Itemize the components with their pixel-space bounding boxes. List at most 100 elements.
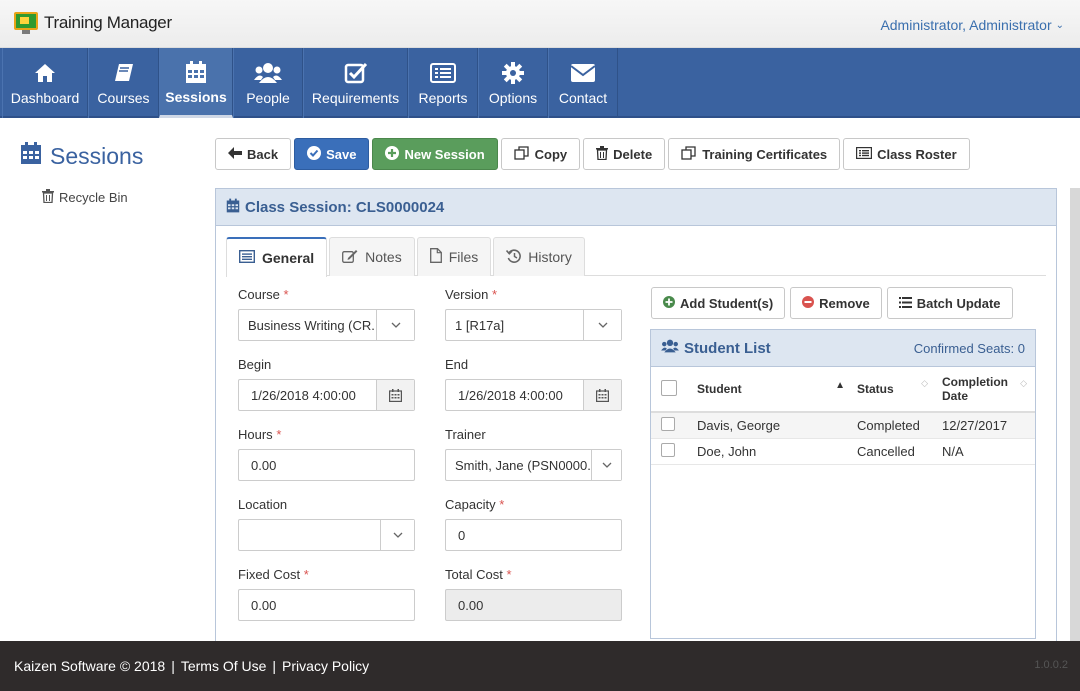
back-button[interactable]: Back: [215, 138, 292, 170]
delete-button[interactable]: Delete: [583, 138, 666, 170]
batch-update-label: Batch Update: [916, 295, 1001, 311]
privacy-policy-link[interactable]: Privacy Policy: [282, 658, 369, 674]
capacity-field: Capacity * 0: [445, 497, 622, 551]
book-icon: [113, 60, 135, 86]
row-checkbox[interactable]: [661, 416, 675, 431]
nav-dashboard[interactable]: Dashboard: [2, 48, 88, 118]
tab-label: General: [262, 250, 315, 266]
nav-courses[interactable]: Courses: [88, 48, 159, 118]
nav-people[interactable]: People: [233, 48, 303, 118]
nav-label: Options: [488, 90, 538, 106]
tab-history[interactable]: History: [493, 237, 585, 276]
student-actions: Add Student(s) Remove Batch Update: [651, 287, 1013, 319]
completion-date: 12/27/2017: [942, 417, 1008, 433]
nav-options[interactable]: Options: [478, 48, 548, 118]
student-column-header[interactable]: Student ▲: [689, 367, 849, 412]
end-datetime-input[interactable]: 1/26/2018 4:00:00: [445, 379, 622, 411]
begin-label: Begin: [238, 357, 272, 372]
begin-value: 1/26/2018 4:00:00: [251, 387, 356, 403]
fixed-cost-input[interactable]: 0.00: [238, 589, 415, 621]
class-roster-label: Class Roster: [877, 146, 957, 162]
student-table-header: Student ▲ Status ◇ Completion Date ◇: [651, 367, 1035, 412]
tab-label: Notes: [365, 249, 402, 265]
calendar-icon[interactable]: [376, 380, 414, 410]
back-label: Back: [247, 146, 279, 162]
list-icon: [898, 296, 912, 311]
course-value: Business Writing (CR...: [248, 317, 376, 333]
plus-circle-icon: [663, 295, 675, 311]
page-scrollbar[interactable]: [1070, 188, 1080, 641]
brand[interactable]: Training Manager: [14, 12, 172, 34]
chevron-down-icon: ⌄: [1055, 19, 1064, 31]
nav-requirements[interactable]: Requirements: [303, 48, 408, 118]
tab-files[interactable]: Files: [416, 237, 492, 276]
remove-button[interactable]: Remove: [790, 287, 882, 319]
trainer-value: Smith, Jane (PSN0000...: [455, 457, 591, 473]
new-session-button[interactable]: New Session: [372, 138, 498, 170]
nav-label: Dashboard: [10, 90, 80, 106]
history-icon: [506, 248, 522, 266]
batch-update-button[interactable]: Batch Update: [886, 287, 1013, 319]
calendar-icon: [185, 59, 207, 85]
location-label: Location: [238, 497, 288, 512]
nav-label: People: [246, 90, 290, 106]
sort-ascending-icon: ▲: [835, 380, 845, 391]
plus-circle-icon: [385, 145, 400, 163]
course-label: Course *: [238, 287, 289, 302]
copy-label: Copy: [534, 146, 568, 162]
users-icon: [661, 339, 679, 357]
gear-icon: [502, 60, 524, 86]
student-name: Doe, John: [697, 443, 757, 459]
student-list-title-text: Student List: [684, 339, 771, 357]
arrow-left-icon: [228, 146, 242, 162]
training-certificates-label: Training Certificates: [702, 146, 828, 162]
table-row[interactable]: Davis, George Completed 12/27/2017: [651, 412, 1035, 438]
begin-datetime-input[interactable]: 1/26/2018 4:00:00: [238, 379, 415, 411]
tab-general[interactable]: General: [226, 237, 328, 277]
total-cost-label: Total Cost *: [445, 567, 512, 582]
add-students-label: Add Student(s): [680, 295, 774, 311]
terms-of-use-link[interactable]: Terms Of Use: [181, 658, 267, 674]
trash-icon: [42, 189, 54, 206]
capacity-input[interactable]: 0: [445, 519, 622, 551]
sort-icon: ◇: [921, 378, 928, 388]
home-icon: [34, 60, 56, 86]
hours-field: Hours * 0.00: [238, 427, 415, 481]
add-students-button[interactable]: Add Student(s): [651, 287, 786, 319]
capacity-value: 0: [458, 527, 466, 543]
location-select[interactable]: [238, 519, 415, 551]
row-checkbox[interactable]: [661, 442, 675, 457]
users-icon: [254, 60, 282, 86]
version-select[interactable]: 1 [R17a]: [445, 309, 622, 341]
copy-button[interactable]: Copy: [500, 138, 581, 170]
sidebar-title-text: Sessions: [50, 142, 144, 169]
sidebar-title: Sessions: [20, 141, 143, 171]
calendar-icon: [20, 141, 42, 171]
training-certificates-button[interactable]: Training Certificates: [668, 138, 841, 170]
edit-icon: [342, 249, 358, 266]
user-menu[interactable]: Administrator, Administrator ⌄: [880, 17, 1064, 33]
status-column-header[interactable]: Status ◇: [849, 367, 936, 412]
save-button[interactable]: Save: [294, 138, 370, 170]
trainer-select[interactable]: Smith, Jane (PSN0000...: [445, 449, 622, 481]
class-session-panel: Class Session: CLS0000024 General Notes …: [215, 188, 1057, 648]
table-row[interactable]: Doe, John Cancelled N/A: [651, 438, 1035, 464]
chevron-down-icon: [591, 450, 621, 480]
select-all-checkbox[interactable]: [661, 379, 677, 396]
begin-field: Begin 1/26/2018 4:00:00: [238, 357, 415, 411]
nav-sessions[interactable]: Sessions: [159, 48, 233, 118]
hours-label: Hours *: [238, 427, 282, 442]
select-all-header: [651, 367, 689, 412]
class-roster-button[interactable]: Class Roster: [843, 138, 970, 170]
hours-input[interactable]: 0.00: [238, 449, 415, 481]
tab-notes[interactable]: Notes: [329, 237, 415, 276]
completion-date-column-header[interactable]: Completion Date ◇: [936, 367, 1035, 412]
calendar-icon[interactable]: [583, 380, 621, 410]
action-toolbar: Back Save New Session Copy Delete Traini…: [215, 138, 970, 170]
recycle-bin-link[interactable]: Recycle Bin: [42, 189, 128, 206]
nav-contact[interactable]: Contact: [548, 48, 618, 118]
student-status: Completed: [857, 417, 920, 433]
course-select[interactable]: Business Writing (CR...: [238, 309, 415, 341]
nav-reports[interactable]: Reports: [408, 48, 478, 118]
copyright: Kaizen Software © 2018: [14, 658, 166, 674]
